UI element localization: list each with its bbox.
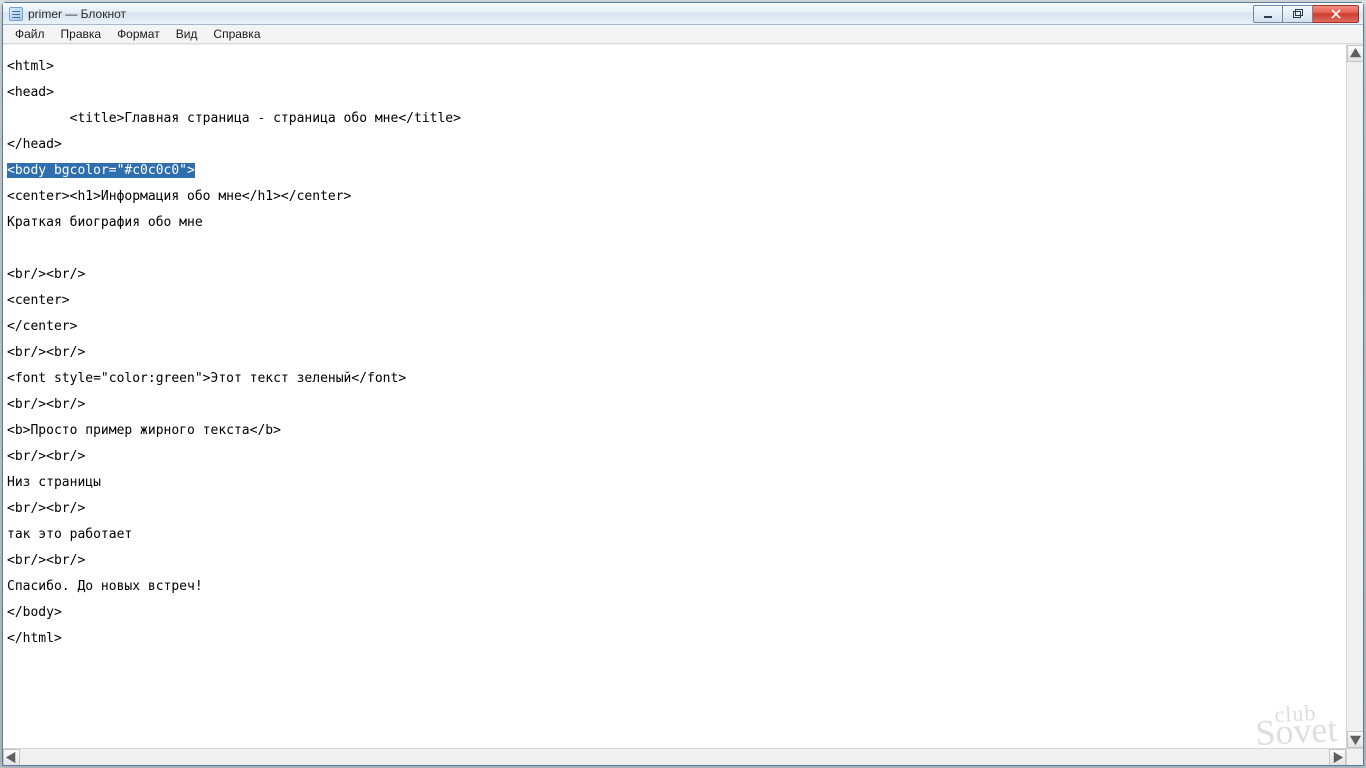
editor-content[interactable]: <html> <head> <title>Главная страница - … — [3, 45, 1363, 673]
menu-view[interactable]: Вид — [168, 26, 206, 42]
code-line[interactable]: <head> — [7, 86, 1359, 99]
maximize-button[interactable] — [1283, 5, 1313, 23]
scroll-up-button[interactable] — [1347, 45, 1363, 62]
code-line[interactable]: </head> — [7, 138, 1359, 151]
code-line[interactable]: Низ страницы — [7, 476, 1359, 489]
selection[interactable]: <body bgcolor="#c0c0c0"> — [7, 163, 195, 178]
code-line[interactable]: <font style="color:green">Этот текст зел… — [7, 372, 1359, 385]
code-line[interactable]: </center> — [7, 320, 1359, 333]
code-line[interactable]: <center> — [7, 294, 1359, 307]
code-line[interactable]: <br/><br/> — [7, 554, 1359, 567]
scroll-down-button[interactable] — [1347, 731, 1363, 748]
vertical-scrollbar[interactable] — [1346, 45, 1363, 748]
minimize-icon — [1263, 9, 1273, 19]
horizontal-scroll-track[interactable] — [20, 749, 1329, 765]
vertical-scroll-track[interactable] — [1347, 62, 1363, 731]
titlebar[interactable]: primer — Блокнот — [3, 3, 1363, 25]
code-line[interactable] — [7, 242, 1359, 255]
menubar: Файл Правка Формат Вид Справка — [3, 25, 1363, 44]
chevron-down-icon — [1348, 732, 1363, 747]
menu-file[interactable]: Файл — [7, 26, 53, 42]
scroll-right-button[interactable] — [1329, 749, 1346, 765]
code-line[interactable]: <br/><br/> — [7, 346, 1359, 359]
code-line[interactable]: <center><h1>Информация обо мне</h1></cen… — [7, 190, 1359, 203]
code-line[interactable]: <b>Просто пример жирного текста</b> — [7, 424, 1359, 437]
menu-help[interactable]: Справка — [205, 26, 268, 42]
watermark: club Sovet — [1254, 702, 1338, 747]
watermark-bottom: Sovet — [1255, 714, 1338, 747]
code-line[interactable]: <br/><br/> — [7, 502, 1359, 515]
window-title: primer — Блокнот — [28, 7, 126, 21]
notepad-icon — [9, 7, 23, 21]
horizontal-scrollbar[interactable] — [3, 748, 1346, 765]
close-button[interactable] — [1313, 5, 1359, 23]
code-line[interactable]: <title>Главная страница - страница обо м… — [7, 112, 1359, 125]
code-line[interactable]: <html> — [7, 60, 1359, 73]
watermark-top: club — [1254, 702, 1337, 724]
maximize-icon — [1293, 9, 1303, 19]
menu-format[interactable]: Формат — [109, 26, 168, 42]
chevron-left-icon — [4, 750, 19, 765]
scrollbar-corner — [1346, 748, 1363, 765]
notepad-window: primer — Блокнот Файл Правка Формат — [2, 2, 1364, 766]
chevron-up-icon — [1348, 46, 1363, 61]
code-line[interactable]: Краткая биография обо мне — [7, 216, 1359, 229]
code-line[interactable]: </body> — [7, 606, 1359, 619]
menu-edit[interactable]: Правка — [53, 26, 110, 42]
code-line[interactable]: Спасибо. До новых встреч! — [7, 580, 1359, 593]
code-line[interactable]: <br/><br/> — [7, 450, 1359, 463]
minimize-button[interactable] — [1253, 5, 1283, 23]
close-icon — [1331, 9, 1341, 19]
code-line[interactable]: </html> — [7, 632, 1359, 645]
window-buttons — [1253, 5, 1359, 23]
code-line[interactable]: <br/><br/> — [7, 268, 1359, 281]
chevron-right-icon — [1330, 750, 1345, 765]
code-line[interactable]: <br/><br/> — [7, 398, 1359, 411]
code-line-selected[interactable]: <body bgcolor="#c0c0c0"> — [7, 164, 1359, 177]
text-editor[interactable]: <html> <head> <title>Главная страница - … — [3, 44, 1363, 765]
scroll-left-button[interactable] — [3, 749, 20, 765]
code-line[interactable]: так это работает — [7, 528, 1359, 541]
